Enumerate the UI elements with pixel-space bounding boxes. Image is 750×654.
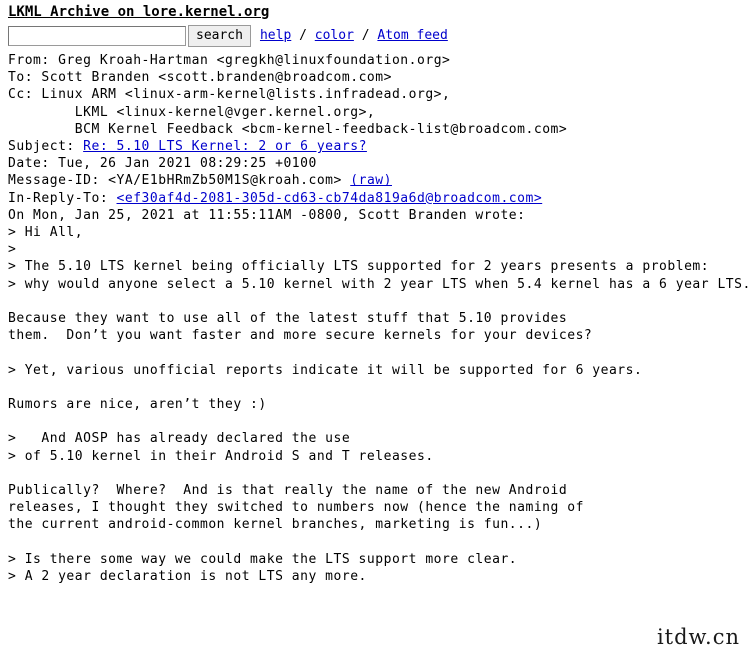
atom-feed-link[interactable]: Atom feed	[377, 28, 447, 43]
body-line: > The 5.10 LTS kernel being officially L…	[8, 259, 710, 275]
body-line: >	[8, 242, 17, 258]
search-input[interactable]	[8, 26, 186, 46]
body-line: the current android-common kernel branch…	[8, 517, 543, 533]
header-cc-value-2: LKML <linux-kernel@vger.kernel.org>,	[74, 104, 376, 120]
body-line: > A 2 year declaration is not LTS any mo…	[8, 569, 367, 585]
nav-separator-2: /	[353, 28, 378, 43]
header-date-label: Date:	[8, 156, 59, 172]
header-cc-label: Cc:	[8, 87, 42, 103]
body-line: releases, I thought they switched to num…	[8, 500, 584, 516]
subject-link[interactable]: Re: 5.10 LTS Kernel: 2 or 6 years?	[83, 139, 367, 154]
body-line: Because they want to use all of the late…	[8, 311, 568, 327]
header-from-label: From:	[8, 53, 59, 68]
body-line: them. Don’t you want faster and more sec…	[8, 328, 593, 344]
raw-link[interactable]: (raw)	[350, 173, 392, 188]
header-from-value: Greg Kroah-Hartman <gregkh@linuxfoundati…	[58, 53, 451, 68]
header-cc-indent-2	[8, 105, 75, 120]
help-link[interactable]: help	[260, 28, 291, 43]
watermark: itdw.cn	[656, 625, 740, 649]
message-body: On Mon, Jan 25, 2021 at 11:55:11AM -0800…	[8, 207, 750, 585]
body-line: > Yet, various unofficial reports indica…	[8, 362, 643, 378]
header-inreplyto-label: In-Reply-To:	[8, 190, 117, 206]
header-cc-indent-3	[8, 122, 75, 137]
body-line: On Mon, Jan 25, 2021 at 11:55:11AM -0800…	[8, 207, 526, 223]
body-line: Rumors are nice, aren’t they :)	[8, 397, 267, 413]
body-line: > Is there some way we could make the LT…	[8, 551, 518, 567]
site-title: LKML Archive on lore.kernel.org	[8, 4, 742, 21]
in-reply-to-link[interactable]: <ef30af4d-2081-305d-cd63-cb74da819a6d@br…	[117, 191, 543, 206]
header-cc-value-3: BCM Kernel Feedback <bcm-kernel-feedback…	[74, 121, 568, 137]
header-cc-value-1: Linux ARM <linux-arm-kernel@lists.infrad…	[41, 87, 451, 103]
nav-separator-1: /	[291, 28, 315, 43]
site-title-link[interactable]: LKML Archive on lore.kernel.org	[8, 4, 269, 20]
header-date-value: Tue, 26 Jan 2021 08:29:25 +0100	[58, 156, 317, 172]
message-headers: From: Greg Kroah-Hartman <gregkh@linuxfo…	[8, 52, 742, 207]
body-line: > why would anyone select a 5.10 kernel …	[8, 276, 750, 292]
search-button[interactable]: search	[188, 25, 251, 47]
search-bar: search help / color / Atom feed	[8, 24, 742, 48]
header-messageid-label: Message-ID:	[8, 173, 109, 189]
body-line: Publically? Where? And is that really th…	[8, 483, 568, 499]
color-link[interactable]: color	[315, 28, 354, 43]
body-line: > And AOSP has already declared the use	[8, 431, 351, 447]
body-line: > Hi All,	[8, 225, 84, 241]
header-to-value: Scott Branden <scott.branden@broadcom.co…	[41, 70, 392, 86]
header-messageid-value: <YA/E1bHRmZb50M1S@kroah.com>	[108, 173, 342, 189]
body-line: > of 5.10 kernel in their Android S and …	[8, 448, 434, 464]
header-subject-label: Subject:	[8, 139, 84, 155]
page-container: LKML Archive on lore.kernel.org search h…	[0, 0, 750, 585]
header-to-label: To:	[8, 70, 42, 86]
nav-links: help / color / Atom feed	[260, 26, 448, 46]
